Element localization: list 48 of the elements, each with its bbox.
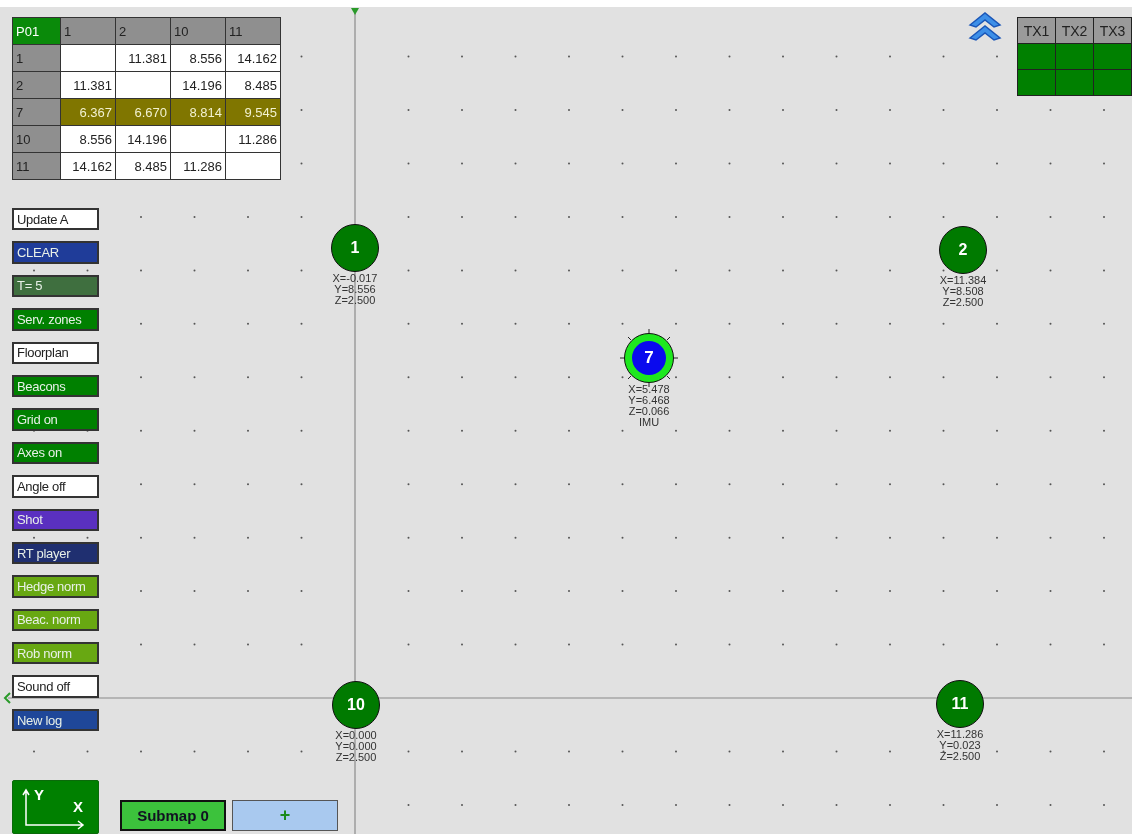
toggle-button[interactable]: New log (12, 708, 99, 732)
row-header: 7 (12, 98, 61, 126)
coordinate-label: Z=2.500 (939, 751, 981, 762)
column-header: 1 (60, 17, 116, 45)
toggle-button[interactable]: RT player (12, 541, 99, 565)
column-header: TX2 (1055, 17, 1094, 44)
row-header: 2 (12, 71, 61, 99)
row-header: 10 (12, 125, 61, 153)
row-header: 1 (12, 44, 61, 72)
coordinate-label: Z=2.500 (942, 297, 984, 308)
coordinate-label: Y=0.000 (335, 741, 377, 752)
toggle-button[interactable]: Angle off (12, 475, 99, 498)
coordinate-label: X=5.478 (628, 384, 670, 395)
beacon-marker[interactable]: 10 (332, 681, 380, 729)
coordinate-label: Z=0.066 (628, 406, 670, 417)
column-header: 2 (115, 17, 171, 45)
coordinate-label: Z=2.500 (334, 295, 376, 306)
toggle-button[interactable]: Shot (12, 508, 99, 531)
submap-button[interactable]: Submap 0 (120, 800, 226, 831)
toggle-button[interactable]: Grid on (12, 408, 99, 431)
coordinate-label: Y=8.556 (334, 284, 376, 295)
coordinate-label: X=11.384 (939, 275, 987, 286)
column-header: TX1 (1017, 17, 1056, 44)
coordinate-label: X=11.286 (936, 729, 984, 740)
toggle-button[interactable]: Axes on (12, 441, 99, 465)
coordinate-label: Y=0.023 (939, 740, 981, 751)
column-header: 11 (225, 17, 281, 45)
coordinate-label: X=0.000 (335, 730, 377, 741)
coordinate-label: Y=6.468 (628, 395, 670, 406)
row-header: 11 (12, 152, 61, 180)
coordinate-label: Y=8.508 (942, 286, 984, 297)
toggle-button[interactable]: Serv. zones (12, 308, 99, 331)
toggle-button[interactable]: Floorplan (12, 341, 99, 364)
table-corner-cell: P01 (12, 17, 61, 45)
beacon-marker[interactable]: 2 (939, 226, 987, 274)
toggle-button[interactable]: Beacons (12, 374, 99, 398)
coordinate-label: Z=2.500 (335, 752, 377, 763)
beacon-marker[interactable]: 1 (331, 224, 379, 272)
toggle-button[interactable]: T= 5 (12, 274, 99, 298)
toggle-button[interactable]: CLEAR (12, 241, 99, 264)
column-header: 10 (170, 17, 226, 45)
beacon-marker[interactable]: 11 (936, 680, 984, 728)
column-header: TX3 (1093, 17, 1132, 44)
axes-orientation-button[interactable]: Y X (12, 780, 99, 834)
coordinate-label: IMU (638, 417, 660, 428)
coordinate-label: X=-0.017 (332, 273, 378, 284)
toggle-button[interactable]: Sound off (12, 675, 99, 698)
toggle-button[interactable]: Update A (12, 208, 99, 231)
